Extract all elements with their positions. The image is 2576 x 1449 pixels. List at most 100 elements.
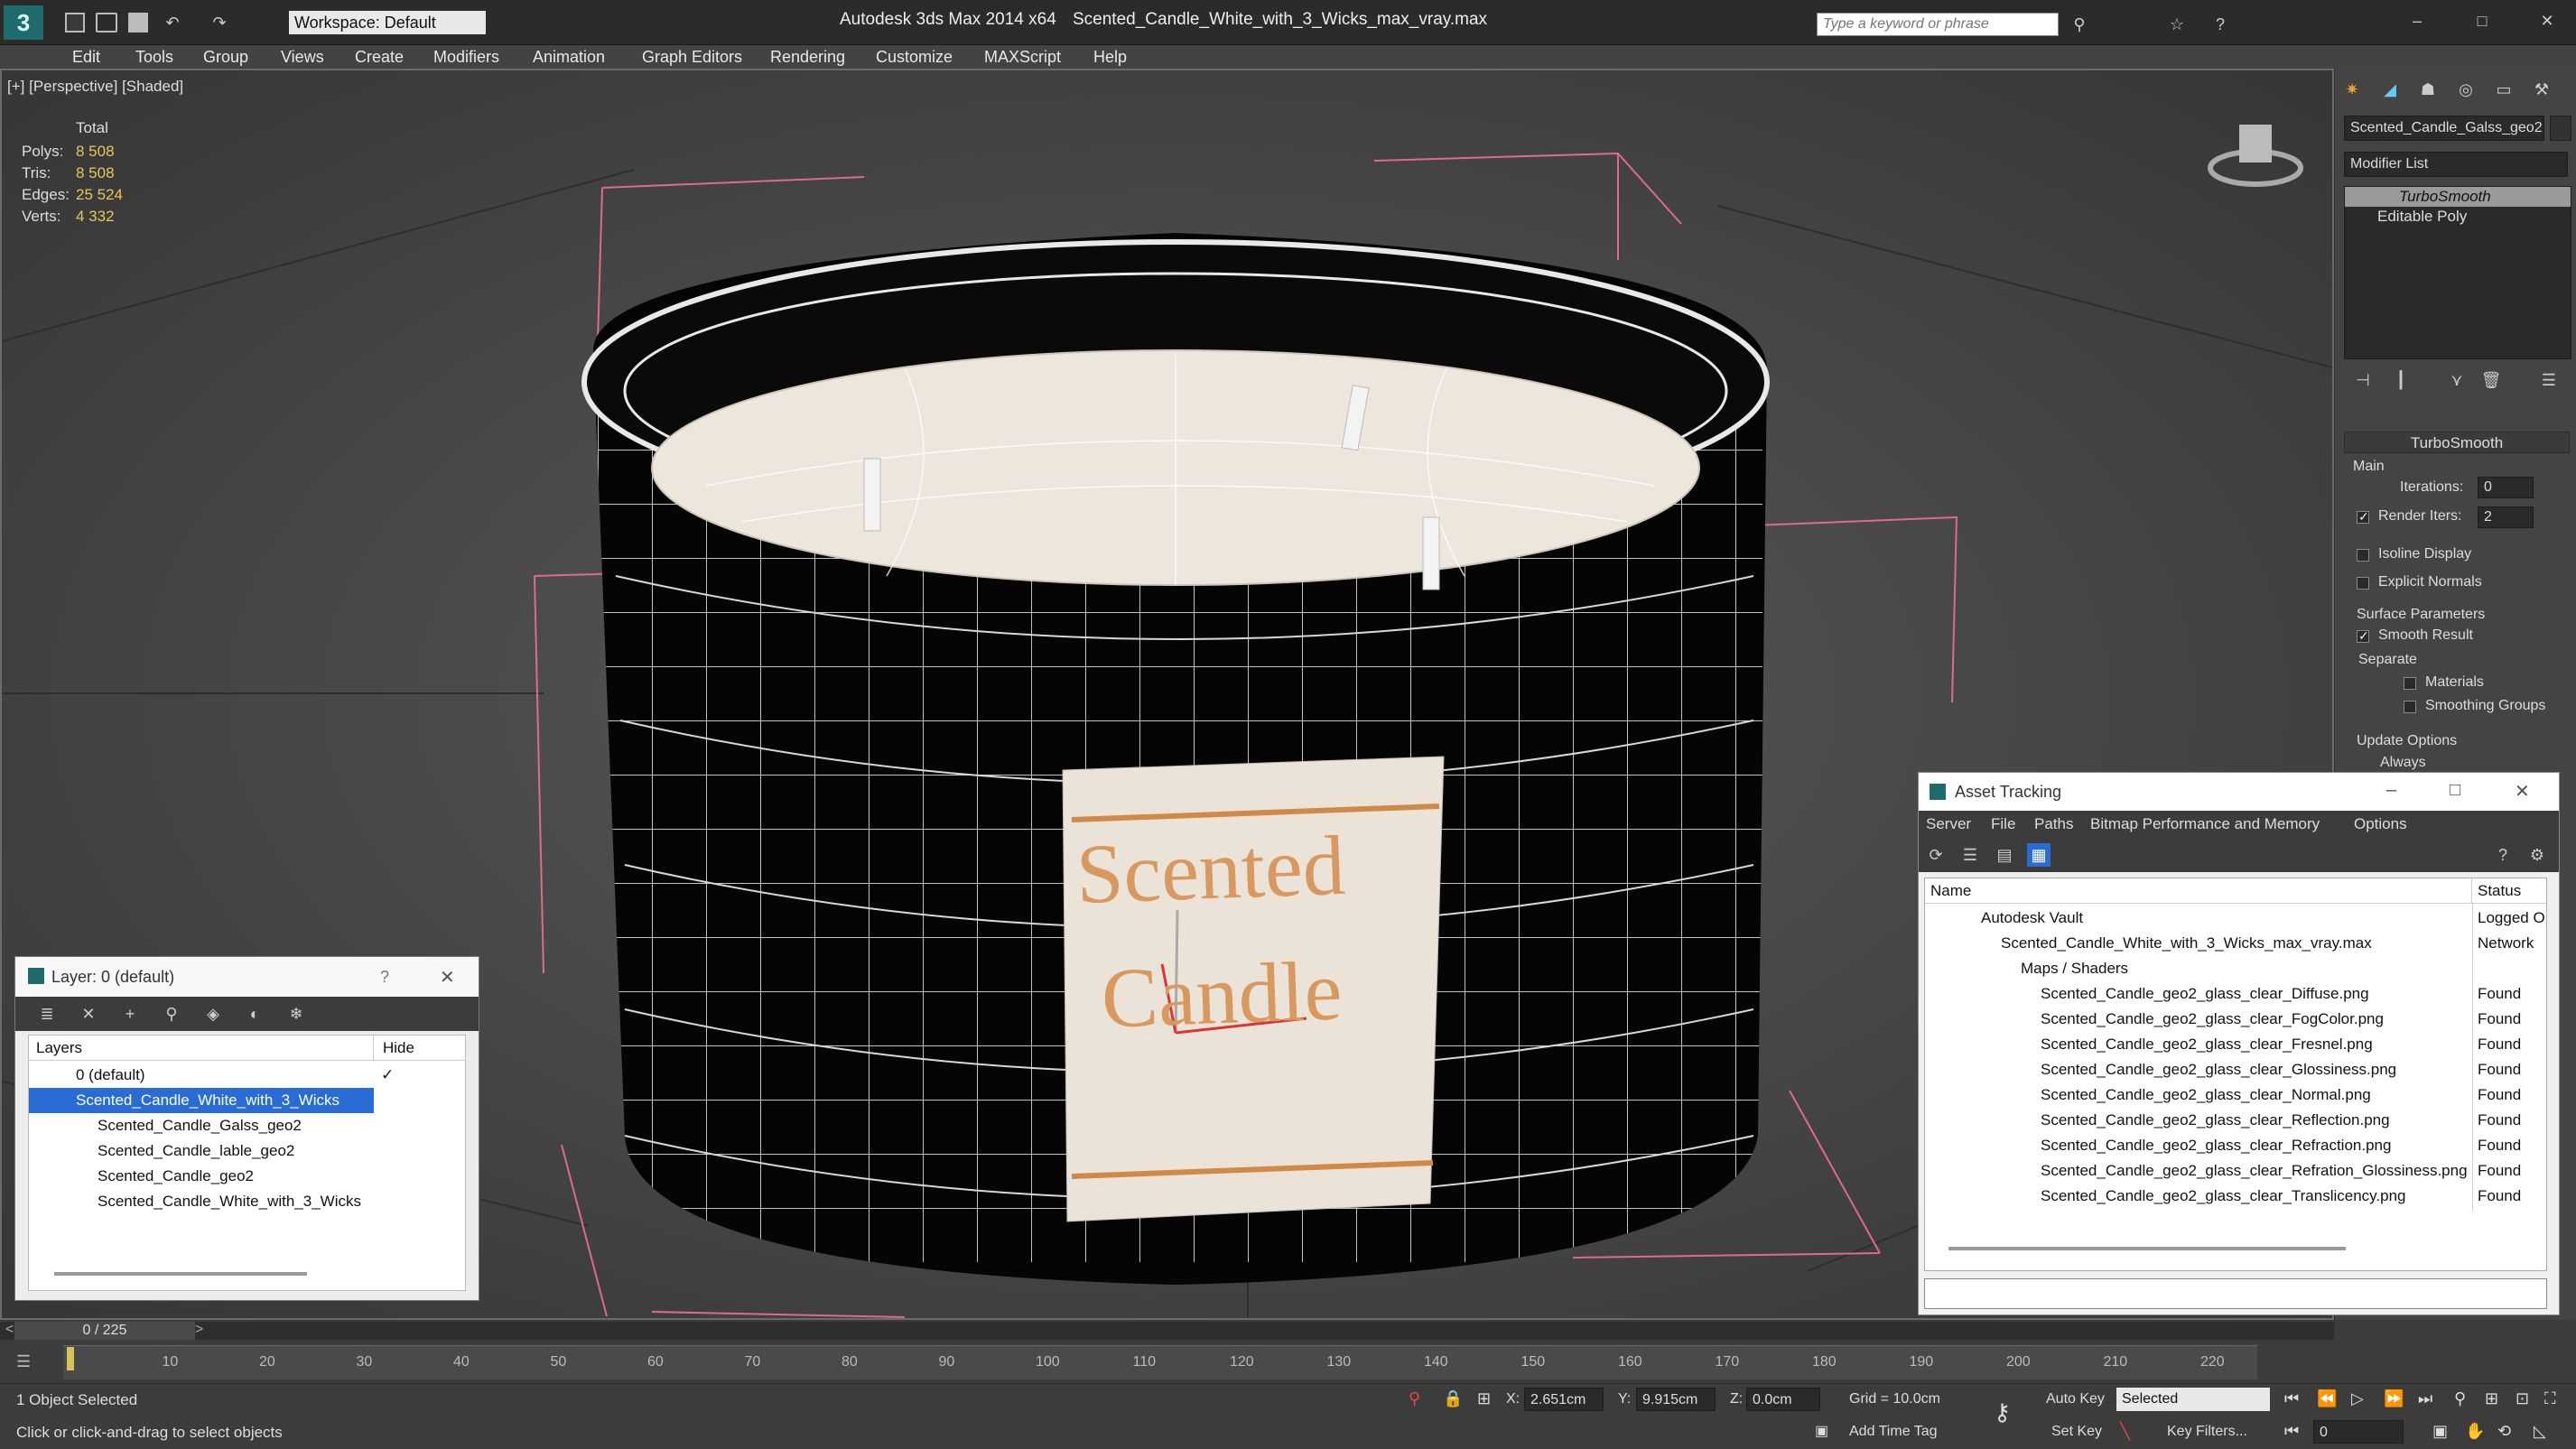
asset-menu-bitmap[interactable]: Bitmap Performance and Memory: [2090, 811, 2320, 838]
stack-item-turbosmooth[interactable]: TurboSmooth: [2345, 187, 2571, 207]
show-end-result-icon[interactable]: ┃: [2389, 368, 2413, 392]
asset-row-map[interactable]: Scented_Candle_geo2_glass_clear_Translic…: [1925, 1184, 2546, 1209]
asset-row-map[interactable]: Scented_Candle_geo2_glass_clear_Fresnel.…: [1925, 1032, 2546, 1057]
menu-modifiers[interactable]: Modifiers: [433, 48, 499, 67]
render-iters-checkbox[interactable]: [2357, 509, 2369, 525]
menu-animation[interactable]: Animation: [533, 48, 605, 67]
layer-close-icon[interactable]: ✕: [440, 966, 455, 989]
asset-menu-paths[interactable]: Paths: [2034, 811, 2073, 838]
field-of-view-icon[interactable]: ◺: [2534, 1422, 2546, 1441]
mini-curve-editor-icon[interactable]: ☰: [16, 1352, 31, 1371]
asset-maximize-icon[interactable]: □: [2450, 780, 2460, 801]
binoculars-icon[interactable]: ⚲: [2068, 13, 2091, 36]
layer-row[interactable]: Scented_Candle_White_with_3_Wicks: [29, 1088, 374, 1113]
new-layer-icon[interactable]: ≣: [35, 1002, 59, 1026]
play-icon[interactable]: ▷: [2351, 1389, 2364, 1408]
asset-menu-file[interactable]: File: [1991, 811, 2015, 838]
minimize-icon[interactable]: –: [2405, 9, 2429, 33]
asset-row-vault[interactable]: Autodesk Vault Logged O: [1925, 906, 2546, 931]
lock-selection-icon[interactable]: 🔒: [1443, 1389, 1463, 1408]
close-icon[interactable]: ✕: [2535, 9, 2559, 33]
zoom-extents-icon[interactable]: ⊡: [2516, 1389, 2529, 1408]
make-unique-icon[interactable]: ⋎: [2445, 368, 2469, 392]
save-file-icon[interactable]: [128, 13, 148, 33]
zoom-all-icon[interactable]: ⊞: [2485, 1389, 2498, 1408]
selected-set-dropdown[interactable]: Selected: [2116, 1388, 2270, 1411]
menu-views[interactable]: Views: [281, 48, 324, 67]
display-tab-icon[interactable]: ▭: [2492, 78, 2516, 101]
redo-icon[interactable]: ↷: [208, 11, 231, 34]
maximize-icon[interactable]: □: [2470, 9, 2494, 33]
layer-row[interactable]: Scented_Candle_geo2: [29, 1164, 466, 1189]
highlight-layer-icon[interactable]: ◈: [201, 1002, 225, 1026]
zoom-icon[interactable]: ⚲: [2454, 1389, 2466, 1408]
motion-tab-icon[interactable]: ◎: [2454, 78, 2478, 101]
set-key-button[interactable]: Set Key: [2051, 1424, 2102, 1440]
list-view-icon[interactable]: ☰: [1958, 843, 1982, 867]
turbosmooth-rollout-header[interactable]: TurboSmooth: [2344, 432, 2570, 453]
asset-row-map[interactable]: Scented_Candle_geo2_glass_clear_Refratio…: [1925, 1158, 2546, 1184]
asset-close-icon[interactable]: ✕: [2515, 780, 2530, 803]
go-to-end-icon[interactable]: ⏭: [2418, 1389, 2432, 1408]
menu-create[interactable]: Create: [355, 48, 404, 67]
new-file-icon[interactable]: [65, 13, 85, 33]
name-column-header[interactable]: Name: [1925, 878, 2472, 904]
asset-menu-options[interactable]: Options: [2354, 811, 2407, 838]
layer-row[interactable]: 0 (default) ✓: [29, 1063, 466, 1088]
iterations-spinner[interactable]: 0: [2478, 477, 2534, 498]
materials-checkbox[interactable]: [2404, 677, 2416, 690]
modifier-list-dropdown[interactable]: Modifier List: [2344, 152, 2568, 177]
smooth-result-checkbox[interactable]: [2357, 628, 2369, 644]
render-iters-spinner[interactable]: 2: [2478, 506, 2534, 528]
layer-row[interactable]: Scented_Candle_lable_geo2: [29, 1138, 466, 1164]
asset-row-map[interactable]: Scented_Candle_geo2_glass_clear_Normal.p…: [1925, 1082, 2546, 1108]
undo-icon[interactable]: ↶: [161, 11, 184, 34]
utilities-tab-icon[interactable]: ⚒: [2530, 78, 2553, 101]
layer-help-button[interactable]: ?: [380, 968, 389, 987]
add-to-layer-icon[interactable]: +: [118, 1002, 142, 1026]
layers-column-header[interactable]: Layers: [29, 1036, 374, 1061]
menu-rendering[interactable]: Rendering: [770, 48, 845, 67]
key-filters-button[interactable]: Key Filters...: [2167, 1424, 2247, 1440]
current-frame-field[interactable]: 0: [2313, 1420, 2404, 1444]
isoline-display-checkbox[interactable]: [2357, 549, 2369, 562]
orbit-icon[interactable]: ⟲: [2497, 1422, 2511, 1441]
pan-icon[interactable]: ✋: [2465, 1422, 2485, 1441]
menu-edit[interactable]: Edit: [72, 48, 100, 67]
viewport-label[interactable]: [+] [Perspective] [Shaded]: [7, 78, 183, 96]
always-radio-label[interactable]: Always: [2380, 755, 2426, 771]
workspace-dropdown[interactable]: Workspace: Default: [289, 11, 486, 34]
object-name-field[interactable]: Scented_Candle_Galss_geo2: [2344, 116, 2544, 141]
key-icon[interactable]: ⚷: [1994, 1398, 2011, 1426]
details-view-icon[interactable]: ▤: [1993, 843, 2016, 867]
select-objects-icon[interactable]: ⚲: [160, 1002, 183, 1026]
asset-path-field[interactable]: [1924, 1278, 2547, 1309]
time-config-icon[interactable]: ▣: [2432, 1422, 2448, 1441]
freeze-all-icon[interactable]: ❄: [284, 1002, 308, 1026]
asset-row-map[interactable]: Scented_Candle_geo2_glass_clear_Reflecti…: [1925, 1108, 2546, 1133]
open-file-icon[interactable]: [96, 13, 117, 33]
layer-list-scrollbar[interactable]: [54, 1272, 307, 1276]
z-coordinate-field[interactable]: 0.0cm: [1746, 1388, 1820, 1411]
add-time-tag-icon[interactable]: ▣: [1815, 1422, 1828, 1440]
asset-row-map[interactable]: Scented_Candle_geo2_glass_clear_Diffuse.…: [1925, 981, 2546, 1007]
search-input[interactable]: [1817, 13, 2059, 36]
menu-customize[interactable]: Customize: [876, 48, 953, 67]
transform-mode-icon[interactable]: ⊞: [1477, 1389, 1491, 1408]
star-icon[interactable]: ☆: [2165, 13, 2189, 36]
asset-row-map[interactable]: Scented_Candle_geo2_glass_clear_Refracti…: [1925, 1133, 2546, 1158]
help-icon[interactable]: ?: [2209, 13, 2232, 36]
menu-help[interactable]: Help: [1093, 48, 1127, 67]
next-frame-icon[interactable]: ⏩: [2384, 1389, 2404, 1408]
asset-row-maps-folder[interactable]: Maps / Shaders: [1925, 956, 2546, 981]
layer-row[interactable]: Scented_Candle_White_with_3_Wicks: [29, 1189, 466, 1214]
menu-group[interactable]: Group: [203, 48, 248, 67]
layer-row[interactable]: Scented_Candle_Galss_geo2: [29, 1113, 466, 1138]
isolate-icon[interactable]: ⚲: [1409, 1389, 1420, 1408]
configure-sets-icon[interactable]: ☰: [2537, 368, 2561, 392]
explicit-normals-checkbox[interactable]: [2357, 577, 2369, 590]
smoothing-groups-checkbox[interactable]: [2404, 701, 2416, 713]
add-time-tag-button[interactable]: Add Time Tag: [1849, 1424, 1938, 1440]
asset-row-map[interactable]: Scented_Candle_geo2_glass_clear_Glossine…: [1925, 1057, 2546, 1082]
remove-modifier-icon[interactable]: 🗑: [2479, 368, 2503, 392]
